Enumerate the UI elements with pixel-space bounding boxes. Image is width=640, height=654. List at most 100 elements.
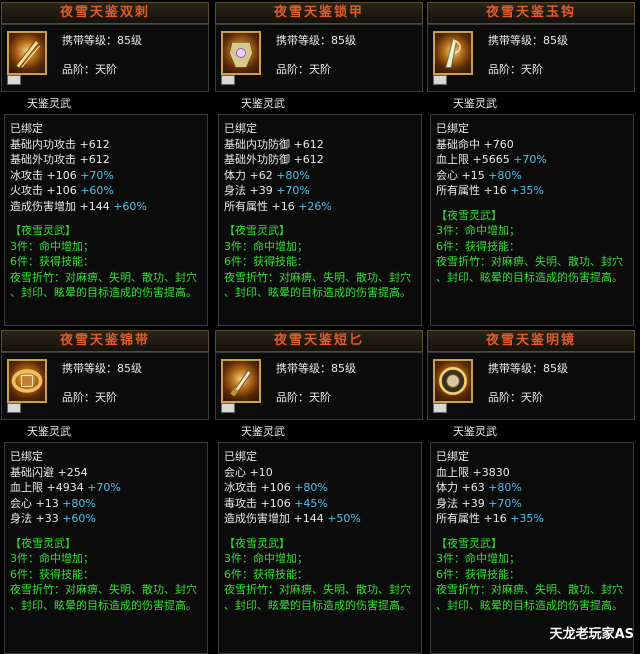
stat-percent: +70% <box>513 153 547 166</box>
stat-percent: +80% <box>276 168 310 182</box>
set-name: 【夜雪灵武】 <box>436 536 502 550</box>
stat-value: +63 <box>461 481 485 494</box>
bind-badge-icon <box>433 75 447 85</box>
carry-level: 携带等级：85级 <box>488 34 568 47</box>
stat-line: 所有属性 +16 +35% <box>436 511 629 527</box>
stat-name: 所有属性 <box>436 512 480 525</box>
item-category: 天鉴灵武 <box>27 425 71 438</box>
bind-badge-icon <box>7 403 21 413</box>
stat-line: 基础闪避 +254 <box>10 465 203 481</box>
item-grade: 品阶：天阶 <box>62 391 117 404</box>
item-title: 夜雪天鉴锦带 <box>1 330 209 352</box>
set-skill-line: 、封印、眩晕的目标造成的伤害提高。 <box>436 270 623 284</box>
stat-name: 毒攻击 <box>224 496 257 510</box>
set-bonus-3: 3件：命中增加； <box>224 552 308 565</box>
stat-percent: +26% <box>298 199 332 213</box>
item-detail-panel: 已绑定 基础内功防御 +612 基础外功防御 +612 体力 +62 +80% 身法 … <box>218 114 422 326</box>
stat-percent: +70% <box>488 496 522 510</box>
item-header-box: 携带等级：85级 品阶：天阶 <box>1 352 209 420</box>
item-category: 天鉴灵武 <box>27 97 71 110</box>
stat-name: 冰攻击 <box>224 481 257 494</box>
stat-value: +254 <box>57 465 88 479</box>
stat-percent: +70% <box>80 168 114 182</box>
stat-percent: +35% <box>510 184 544 197</box>
stat-name: 所有属性 <box>436 184 480 197</box>
item-category: 天鉴灵武 <box>453 97 497 110</box>
stat-name: 身法 <box>436 496 458 510</box>
item-grade: 品阶：天阶 <box>488 391 543 404</box>
set-name: 【夜雪灵武】 <box>10 536 76 550</box>
stat-line: 身法 +33 +60% <box>10 511 203 527</box>
set-bonus-6: 6件：获得技能： <box>10 567 94 581</box>
set-skill-line: 夜雪折竹：对麻痹、失明、散功、封穴 <box>436 583 623 596</box>
item-grade: 品阶：天阶 <box>488 63 543 76</box>
set-name: 【夜雪灵武】 <box>224 536 290 550</box>
stat-name: 所有属性 <box>224 199 268 213</box>
stat-percent: +70% <box>87 481 121 494</box>
stat-name: 血上限 <box>436 465 469 479</box>
stat-percent: +80% <box>488 481 522 494</box>
item-header-box: 携带等级：85级 品阶：天阶 <box>427 24 635 92</box>
stat-percent: +60% <box>62 512 96 525</box>
item-detail-panel: 已绑定 基础命中 +760 血上限 +5665 +70% 会心 +15 +80% 所有… <box>430 114 634 326</box>
item-header-box: 携带等级：85级 品阶：天阶 <box>1 24 209 92</box>
stat-percent: +60% <box>80 184 114 197</box>
short-dagger-icon[interactable] <box>221 359 261 403</box>
set-bonus-3: 3件：命中增加； <box>10 239 94 253</box>
stat-line: 会心 +10 <box>224 465 417 481</box>
carry-level: 携带等级：85级 <box>62 34 142 47</box>
stat-name: 基础外功防御 <box>224 153 290 166</box>
item-category: 天鉴灵武 <box>453 425 497 438</box>
bound-status: 已绑定 <box>10 450 43 463</box>
stat-name: 基础内功攻击 <box>10 137 76 151</box>
stat-line: 所有属性 +16 +35% <box>436 183 629 199</box>
stat-percent: +60% <box>113 199 147 213</box>
set-skill-line: 、封印、眩晕的目标造成的伤害提高。 <box>10 598 197 612</box>
set-bonus-6: 6件：获得技能： <box>224 255 308 268</box>
stat-name: 基础命中 <box>436 137 480 151</box>
item-grade: 品阶：天阶 <box>276 391 331 404</box>
stat-line: 所有属性 +16 +26% <box>224 199 417 215</box>
belt-icon[interactable] <box>7 359 47 403</box>
item-title: 夜雪天鉴明镜 <box>427 330 635 352</box>
stat-name: 基础闪避 <box>10 465 54 479</box>
stat-value: +3830 <box>472 465 510 479</box>
set-name: 【夜雪灵武】 <box>436 208 502 222</box>
stat-value: +612 <box>79 137 110 151</box>
stat-percent: +45% <box>294 496 328 510</box>
stat-value: +62 <box>249 168 273 182</box>
bound-status: 已绑定 <box>436 122 469 135</box>
stat-name: 血上限 <box>10 481 43 494</box>
item-header-box: 携带等级：85级 品阶：天阶 <box>215 352 423 420</box>
set-skill-line: 夜雪折竹：对麻痹、失明、散功、封穴 <box>436 255 623 268</box>
set-skill-line: 、封印、眩晕的目标造成的伤害提高。 <box>10 286 197 299</box>
item-category: 天鉴灵武 <box>241 97 285 110</box>
jade-hook-icon[interactable] <box>433 31 473 75</box>
stat-line: 造成伤害增加 +144 +50% <box>224 511 417 527</box>
stat-value: +106 <box>46 168 77 182</box>
stat-value: +16 <box>271 199 295 213</box>
armor-icon[interactable] <box>221 31 261 75</box>
item-grade: 品阶：天阶 <box>62 63 117 76</box>
set-skill-line: 夜雪折竹：对麻痹、失明、散功、封穴 <box>10 583 197 596</box>
stat-percent: +80% <box>294 481 328 494</box>
stat-line: 身法 +39 +70% <box>436 496 629 512</box>
item-title: 夜雪天鉴短匕 <box>215 330 423 352</box>
stat-value: +106 <box>260 496 291 510</box>
set-skill-line: 夜雪折竹：对麻痹、失明、散功、封穴 <box>10 270 197 284</box>
bind-badge-icon <box>433 403 447 413</box>
set-bonus-6: 6件：获得技能： <box>436 239 520 253</box>
mirror-icon[interactable] <box>433 359 473 403</box>
dual-dagger-icon[interactable] <box>7 31 47 75</box>
stat-line: 会心 +15 +80% <box>436 168 629 184</box>
stat-line: 造成伤害增加 +144 +60% <box>10 199 203 215</box>
stat-line: 体力 +63 +80% <box>436 480 629 496</box>
item-category: 天鉴灵武 <box>241 425 285 438</box>
item-detail-panel: 已绑定 基础闪避 +254 血上限 +4934 +70% 会心 +13 +80% 身法… <box>4 442 208 654</box>
stat-name: 火攻击 <box>10 184 43 197</box>
stat-value: +612 <box>79 153 110 166</box>
stat-percent: +50% <box>327 512 361 525</box>
item-title: 夜雪天鉴玉钩 <box>427 2 635 24</box>
stat-line: 身法 +39 +70% <box>224 183 417 199</box>
stat-value: +13 <box>35 496 59 510</box>
